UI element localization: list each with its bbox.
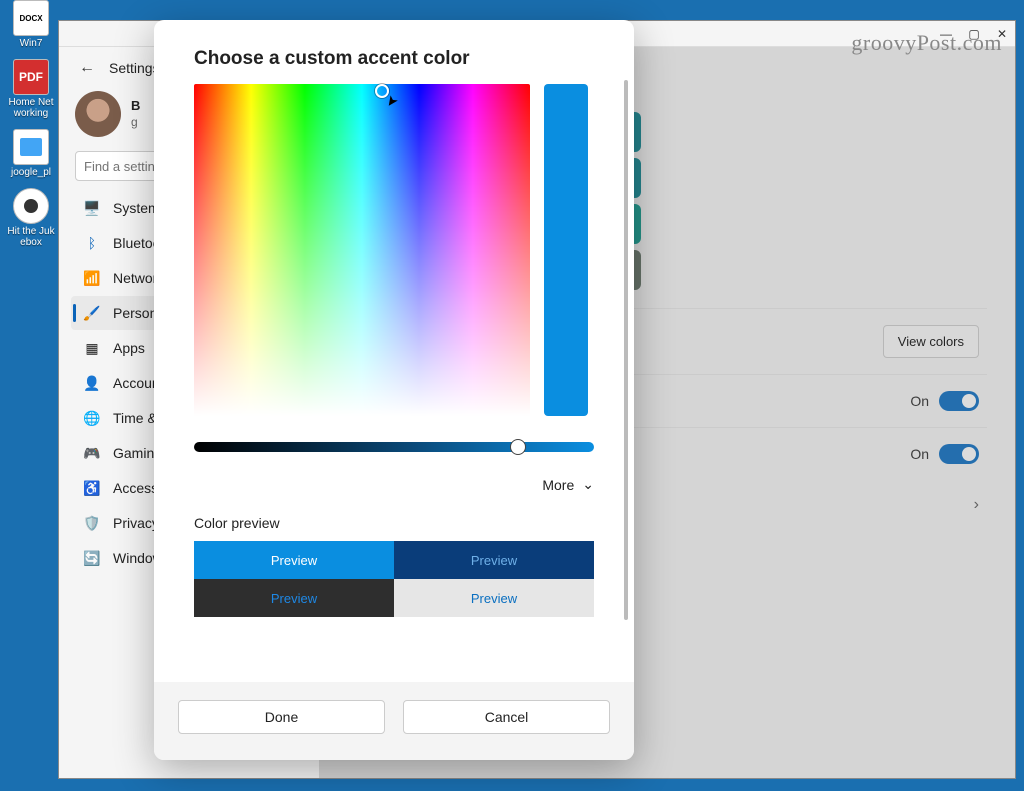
shield-icon: 🛡️ bbox=[83, 514, 101, 532]
settings-title: Settings bbox=[109, 60, 160, 76]
toggle-borders[interactable] bbox=[939, 444, 979, 464]
preview-tile-dark-bg: Preview bbox=[194, 579, 394, 617]
chevron-down-icon: ⌄ bbox=[582, 476, 594, 493]
wifi-icon: 📶 bbox=[83, 269, 101, 287]
slider-thumb[interactable] bbox=[510, 439, 526, 455]
dialog-scrollbar[interactable] bbox=[624, 80, 628, 620]
spectrum-cursor[interactable] bbox=[375, 84, 389, 98]
color-picker-dialog: Choose a custom accent color ➤ More ⌄ Co… bbox=[154, 20, 634, 760]
jukebox-icon bbox=[13, 188, 49, 224]
desktop-icons: DOCX Win7 PDF Home Networking joogle_pl … bbox=[6, 0, 56, 258]
dialog-footer: Done Cancel bbox=[154, 682, 634, 760]
dialog-title: Choose a custom accent color bbox=[154, 20, 634, 84]
chevron-right-icon: › bbox=[974, 496, 979, 514]
value-slider[interactable] bbox=[194, 442, 594, 452]
brush-icon: 🖌️ bbox=[83, 304, 101, 322]
minimize-button[interactable]: — bbox=[939, 27, 953, 41]
desktop-icon[interactable]: PDF Home Networking bbox=[6, 59, 56, 119]
preview-tile-light-accent: Preview bbox=[194, 541, 394, 579]
color-preview-grid: Preview Preview Preview Preview bbox=[194, 541, 594, 617]
close-button[interactable]: ✕ bbox=[995, 27, 1009, 41]
apps-icon: ▦ bbox=[83, 339, 101, 357]
back-button[interactable]: ← bbox=[75, 59, 99, 77]
cancel-button[interactable]: Cancel bbox=[403, 700, 610, 734]
desktop-icon[interactable]: joogle_pl bbox=[6, 129, 56, 178]
bluetooth-icon: ᛒ bbox=[83, 234, 101, 252]
done-button[interactable]: Done bbox=[178, 700, 385, 734]
toggle-taskbar[interactable] bbox=[939, 391, 979, 411]
person-icon: 👤 bbox=[83, 374, 101, 392]
globe-icon: 🌐 bbox=[83, 409, 101, 427]
view-colors-button[interactable]: View colors bbox=[883, 325, 979, 358]
preview-tile-dark-accent: Preview bbox=[394, 541, 594, 579]
desktop-icon[interactable]: DOCX Win7 bbox=[6, 0, 56, 49]
pdf-icon: PDF bbox=[13, 59, 49, 95]
desktop-icon[interactable]: Hit the Jukebox bbox=[6, 188, 56, 248]
selected-color-preview bbox=[544, 84, 588, 416]
update-icon: 🔄 bbox=[83, 549, 101, 567]
system-icon: 🖥️ bbox=[83, 199, 101, 217]
preview-tile-light-bg: Preview bbox=[394, 579, 594, 617]
image-icon bbox=[13, 129, 49, 165]
gaming-icon: 🎮 bbox=[83, 444, 101, 462]
maximize-button[interactable]: ▢ bbox=[967, 27, 981, 41]
accessibility-icon: ♿ bbox=[83, 479, 101, 497]
color-spectrum[interactable]: ➤ bbox=[194, 84, 530, 416]
preview-section-label: Color preview bbox=[154, 505, 634, 541]
avatar bbox=[75, 91, 121, 137]
more-expander[interactable]: More ⌄ bbox=[154, 452, 634, 505]
